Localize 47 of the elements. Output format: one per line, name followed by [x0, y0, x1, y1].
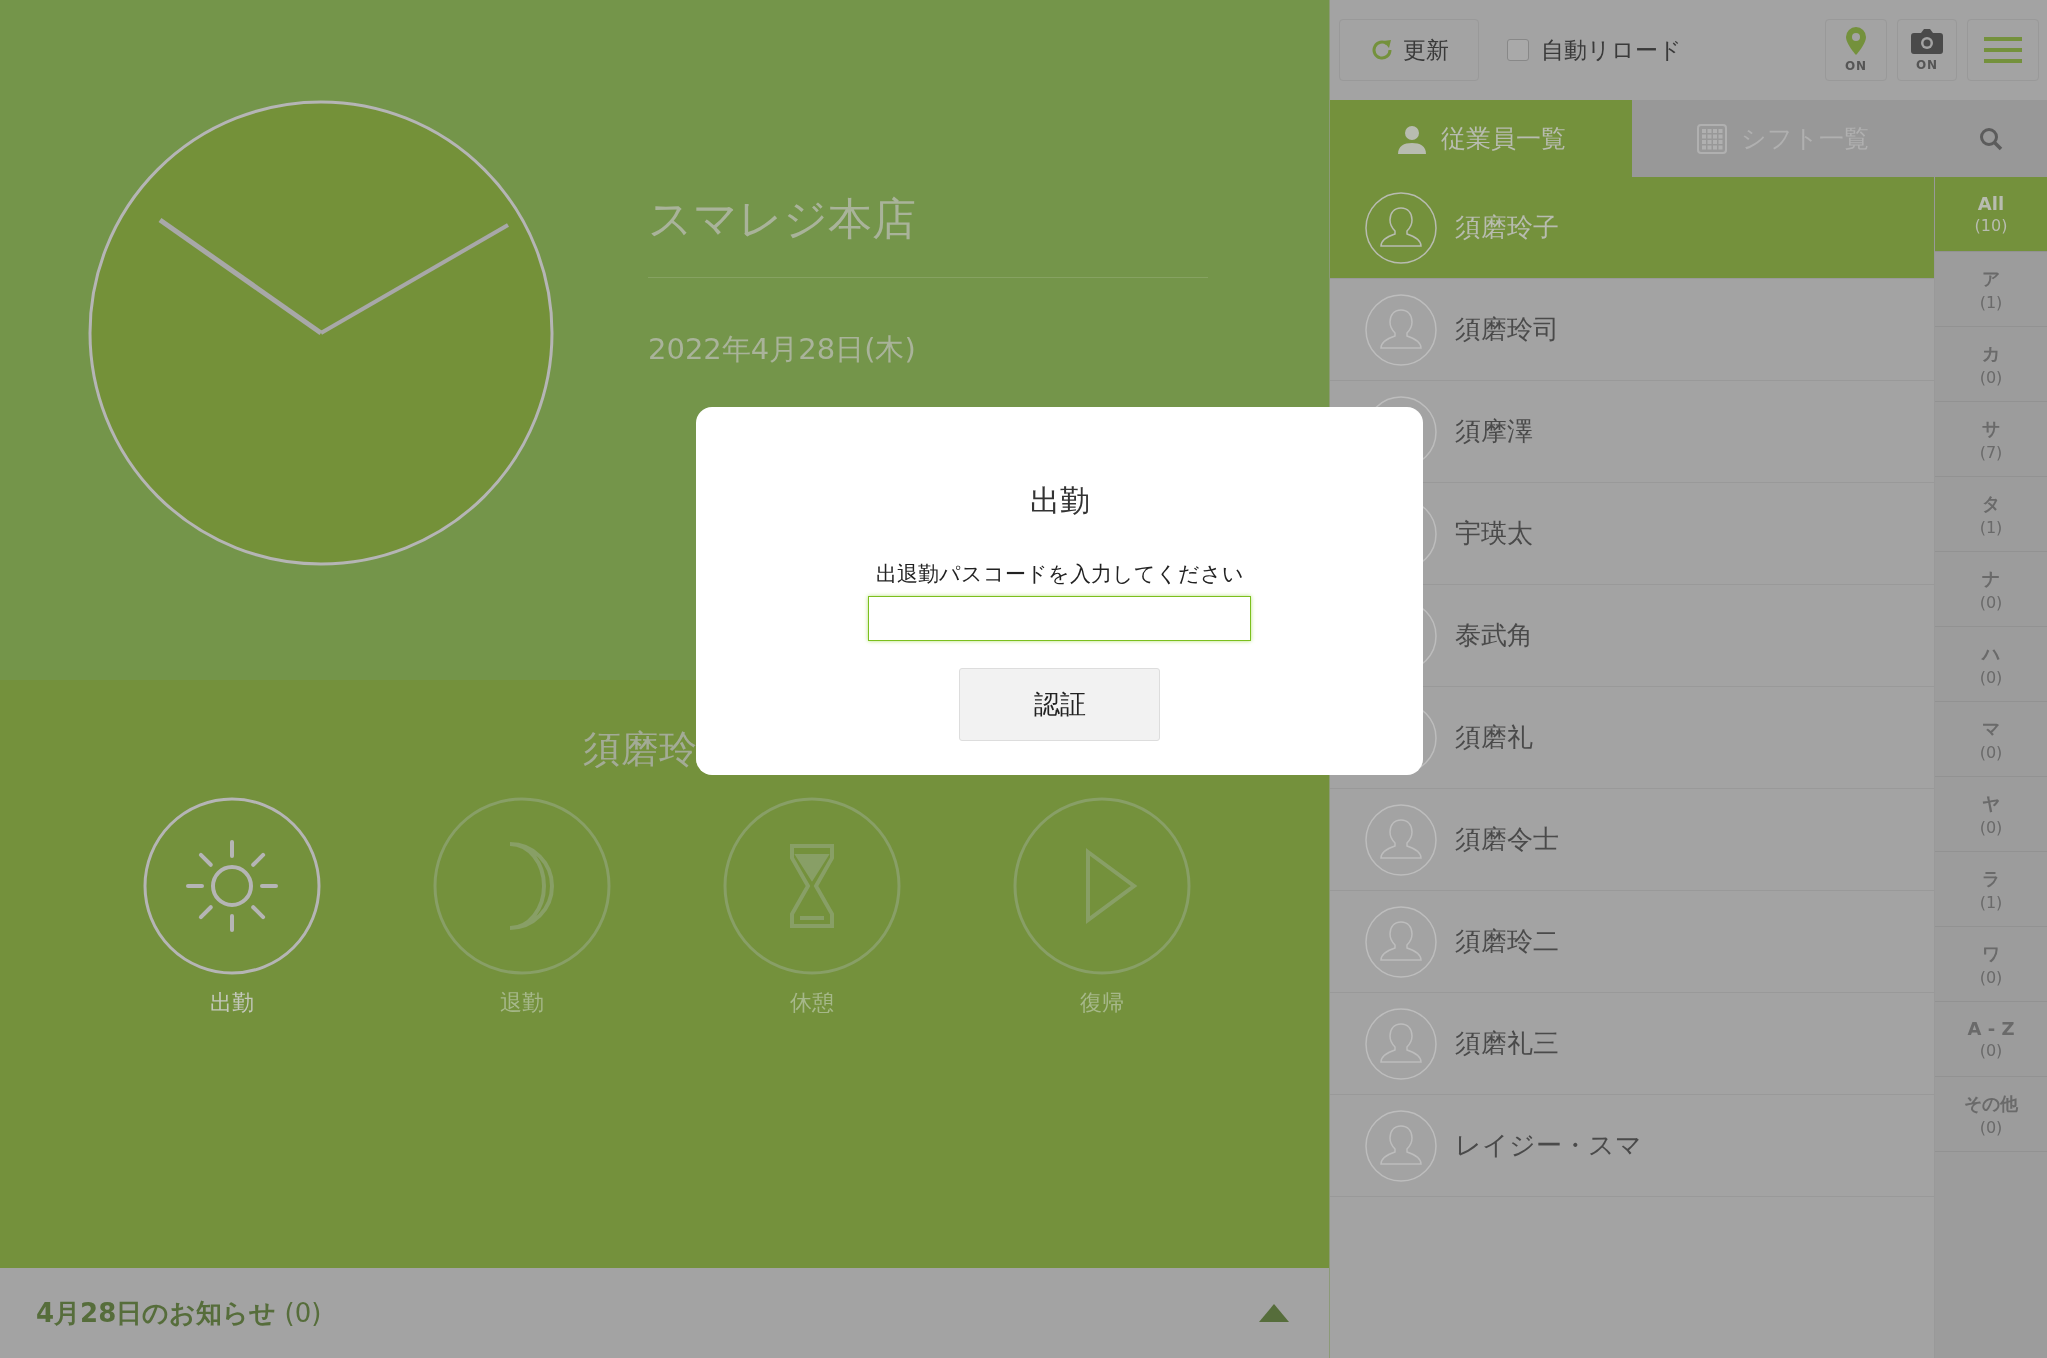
employee-name: 須磨礼三: [1455, 1027, 1560, 1060]
person-avatar-icon: [1365, 293, 1438, 366]
employee-name: 須磨令士: [1455, 823, 1560, 856]
tab[interactable]: 従業員一覧: [1330, 100, 1633, 177]
auto-reload-label: 自動リロード: [1541, 35, 1683, 65]
location-button[interactable]: ON: [1825, 19, 1887, 81]
index-tab[interactable]: All (10): [1935, 177, 2047, 252]
authenticate-button[interactable]: 認証: [959, 668, 1160, 741]
hourglass-icon: [722, 796, 902, 976]
expand-triangle-icon[interactable]: [1259, 1304, 1290, 1322]
employee-name: 須磨玲: [583, 726, 697, 773]
person-icon: [1396, 123, 1427, 154]
employee-name: レイジー・スマ: [1455, 1129, 1643, 1162]
employee-name: 須磨玲司: [1455, 313, 1560, 346]
menu-button[interactable]: [1967, 19, 2039, 81]
play-icon: [1012, 796, 1192, 976]
employee-name: 宇瑛太: [1455, 517, 1534, 550]
person-avatar-icon: [1365, 803, 1438, 876]
sun-icon: [142, 796, 322, 976]
store-name: スマレジ本店: [648, 190, 1208, 278]
employee-name: 須磨礼: [1455, 721, 1534, 754]
map-pin-icon: [1846, 27, 1866, 55]
dialog-title: 出勤: [1029, 482, 1090, 520]
calendar-grid-icon: [1697, 123, 1728, 154]
moon-icon: [432, 796, 612, 976]
person-avatar-icon: [1365, 1109, 1438, 1182]
notice-bar[interactable]: 4月28日のお知らせ (0): [0, 1268, 1330, 1358]
date-text: 2022年4月28日(木): [648, 331, 917, 368]
passcode-field[interactable]: [868, 596, 1251, 641]
person-avatar-icon: [1365, 191, 1438, 264]
person-avatar-icon: [1365, 905, 1438, 978]
punch-button[interactable]: 出勤: [142, 796, 322, 1018]
person-avatar-icon: [1365, 1007, 1438, 1080]
checkbox-icon[interactable]: [1507, 39, 1530, 61]
employee-row[interactable]: 須磨玲子: [1330, 177, 1934, 279]
dialog-prompt: 出退勤パスコードを入力してください: [875, 561, 1244, 588]
refresh-button[interactable]: 更新: [1339, 19, 1480, 81]
search-icon: [1978, 126, 2003, 151]
camera-button[interactable]: ON: [1897, 19, 1957, 81]
notice-text: 4月28日のお知らせ (0): [36, 1296, 322, 1330]
employee-name: 泰武角: [1455, 619, 1534, 652]
menu-icon: [1984, 37, 2022, 63]
employee-name: 須摩澤: [1455, 415, 1534, 448]
employee-name: 須磨玲子: [1455, 211, 1560, 244]
camera-icon: [1911, 28, 1943, 54]
employee-name: 須磨玲二: [1455, 925, 1560, 958]
auto-reload-checkbox[interactable]: 自動リロード: [1507, 34, 1815, 66]
